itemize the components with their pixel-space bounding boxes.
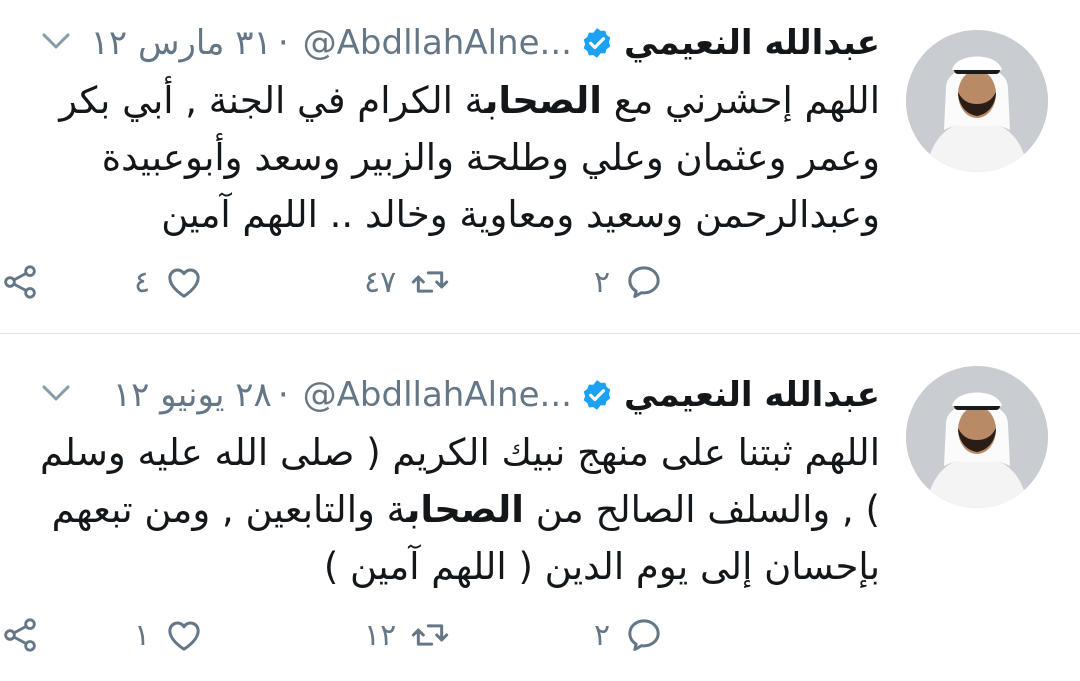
like-button[interactable]: ٤ <box>134 257 204 307</box>
share-icon[interactable] <box>0 615 40 655</box>
reply-icon <box>628 619 660 651</box>
chevron-down-icon[interactable] <box>36 26 76 56</box>
reply-button[interactable]: ٢ <box>594 257 664 307</box>
highlighted-term: الصحاب <box>484 79 603 122</box>
avatar[interactable] <box>906 366 1048 508</box>
highlighted-term: الصحاب <box>406 488 524 531</box>
like-icon <box>168 621 200 651</box>
chevron-down-icon[interactable] <box>36 378 76 408</box>
tweet-text: اللهم ثبتنا على منهج نبيك الكريم ( صلى ا… <box>39 431 880 588</box>
like-icon <box>168 268 200 298</box>
display-name[interactable]: عبدالله النعيمي <box>624 375 880 415</box>
tweet-date[interactable]: ٣١ مارس ١٢ <box>91 23 272 63</box>
reply-count: ٢ <box>594 264 611 300</box>
user-handle[interactable]: @AbdllahAlne... <box>303 23 572 63</box>
separator-dot: · <box>277 375 289 415</box>
like-count: ١ <box>134 617 151 653</box>
like-button[interactable]: ١ <box>134 610 204 660</box>
tweet-actions: ٢ ١٢ ١ <box>4 610 880 660</box>
retweet-button[interactable]: ١٢ <box>364 610 450 660</box>
share-icon[interactable] <box>0 262 40 302</box>
reply-button[interactable]: ٢ <box>594 610 664 660</box>
separator-dot: · <box>277 23 289 63</box>
reply-icon <box>628 266 660 298</box>
verified-badge-icon <box>583 28 611 58</box>
verified-badge-icon <box>583 380 611 410</box>
tweet[interactable]: عبدالله النعيمي @AbdllahAlne... · ٣١ مار… <box>0 0 1080 334</box>
display-name[interactable]: عبدالله النعيمي <box>624 23 880 63</box>
reply-count: ٢ <box>594 617 611 653</box>
retweet-count: ٤٧ <box>364 264 397 300</box>
like-count: ٤ <box>134 264 151 300</box>
tweet[interactable]: عبدالله النعيمي @AbdllahAlne... · ٢٨ يون… <box>0 334 1080 681</box>
retweet-count: ١٢ <box>364 617 397 653</box>
user-handle[interactable]: @AbdllahAlne... <box>303 375 572 415</box>
retweet-icon <box>412 624 449 646</box>
retweet-button[interactable]: ٤٧ <box>364 257 450 307</box>
tweet-text: اللهم إحشرني مع الصحابة الكرام في الجنة … <box>59 79 880 236</box>
tweet-actions: ٢ ٤٧ ٤ <box>4 257 880 307</box>
avatar[interactable] <box>906 30 1048 172</box>
retweet-icon <box>412 271 449 293</box>
tweet-date[interactable]: ٢٨ يونيو ١٢ <box>113 375 272 415</box>
